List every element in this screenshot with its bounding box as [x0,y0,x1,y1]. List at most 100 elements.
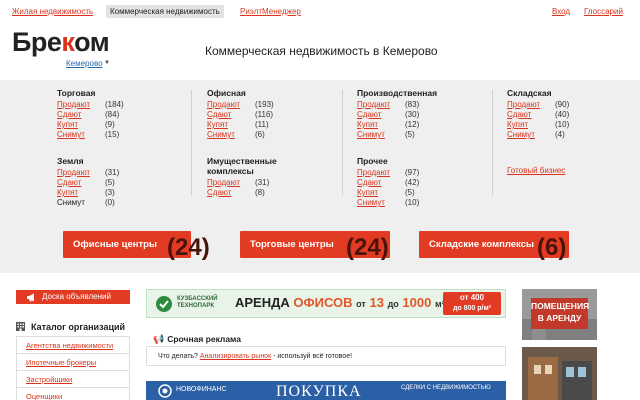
button-label: Торговые центры [250,239,334,250]
category-row: Продают (31) [207,178,347,188]
banner-brand-line1: КУЗБАССКИЙ [177,296,218,302]
megaphone-icon: 📢 [153,334,165,344]
rent-out-link[interactable]: Сдают [207,110,255,120]
buy-link[interactable]: Купят [57,120,105,130]
category-row: Сдают (84) [57,110,197,120]
nav-realtor-manager-link[interactable]: РиэлтМенеджер [240,7,301,16]
rent-out-link[interactable]: Сдают [57,110,105,120]
sidebar-item-label[interactable]: Оценщики [26,392,62,400]
buy-link[interactable]: Купят [357,188,405,198]
building-photo-ad[interactable] [522,347,597,400]
sidebar-item-label[interactable]: Застройщики [26,375,72,384]
count: (31) [255,178,270,187]
ready-business-link[interactable]: Готовый бизнес [507,166,565,175]
site-logo[interactable]: Бреком [12,27,110,58]
category-row: Снимут (4) [507,130,640,140]
sidebar-item-agencies[interactable]: Агентства недвижимости [16,336,130,353]
rent-link[interactable]: Снимут [357,130,405,140]
buy-link[interactable]: Купят [357,120,405,130]
banner-brand: КУЗБАССКИЙ ТЕХНОПАРК [177,296,218,310]
sell-link[interactable]: Продают [357,100,405,110]
rent-out-link[interactable]: Сдают [507,110,555,120]
technopark-banner[interactable]: КУЗБАССКИЙ ТЕХНОПАРК АРЕНДА ОФИСОВ от 13… [146,289,506,318]
sidebar-item-mortgage-brokers[interactable]: Ипотечные брокеры [16,353,130,370]
count: (0) [105,198,115,207]
category-row: Купят (5) [357,188,497,198]
button-label: Офисные центры [73,239,158,250]
category-land: Земля Продают (31) Сдают (5) Купят (3) Сним… [57,156,197,208]
sell-link[interactable]: Продают [507,100,555,110]
count: (10) [405,198,420,207]
category-row: Купят (10) [507,120,640,130]
count: (8) [255,188,265,197]
sidebar-item-label[interactable]: Ипотечные брокеры [26,358,96,367]
catalog-title: Каталог организаций [31,322,126,332]
category-warehouse: Складская Продают (90) Сдают (40) Купят (10… [507,88,640,140]
rent-out-link[interactable]: Сдают [207,188,255,198]
rent-out-link[interactable]: Сдают [357,178,405,188]
analyze-market-link[interactable]: Анализировать рынок [200,353,271,360]
glossary-link[interactable]: Глоссарий [584,7,623,16]
premises-rent-ad[interactable]: ПОМЕЩЕНИЯ В АРЕНДУ [522,289,597,340]
category-row: Снимут (5) [357,130,497,140]
ads-board-button[interactable]: Доска объявлений [16,290,130,304]
button-label: Доска объявлений [42,292,111,301]
sidebar-item-appraisers[interactable]: Оценщики [16,387,130,400]
button-count: (6) [537,234,567,261]
count: (90) [555,100,570,109]
novofinans-banner[interactable]: НОВОФИНАНС ПОКУПКА СДЕЛКИ С НЕДВИЖИМОСТЬ… [146,381,506,400]
nav-residential-link[interactable]: Жилая недвижимость [12,7,93,16]
rent-out-link[interactable]: Сдают [357,110,405,120]
headline-from-value: 13 [369,295,384,310]
top-navigation: Жилая недвижимость Коммерческая недвижим… [0,4,640,22]
sidebar-item-developers[interactable]: Застройщики [16,370,130,387]
chevron-down-icon[interactable]: ▼ [104,60,110,66]
price-from: от 400 [459,293,485,302]
rent-out-link[interactable]: Сдают [57,178,105,188]
sell-link[interactable]: Продают [357,168,405,178]
sell-link[interactable]: Продают [207,178,255,188]
button-count: (24) [346,234,389,261]
count: (30) [405,110,420,119]
trade-centers-button[interactable]: Торговые центры (24) [240,231,390,261]
rent-link[interactable]: Снимут [507,130,555,140]
login-link[interactable]: Вход [552,7,570,16]
count: (5) [105,178,115,187]
page-title: Коммерческая недвижимость в Кемерово [205,44,438,58]
warehouse-complexes-button[interactable]: Складские комплексы (6) [419,231,569,261]
category-row: Сдают (116) [207,110,347,120]
banner-sub: СДЕЛКИ С НЕДВИЖИМОСТЬЮ [401,385,491,391]
category-row: Продают (97) [357,168,497,178]
sell-link[interactable]: Продают [57,168,105,178]
buy-link[interactable]: Купят [57,188,105,198]
count: (40) [555,110,570,119]
rent-link[interactable]: Снимут [57,130,105,140]
sell-link[interactable]: Продают [57,100,105,110]
category-title: Прочее [357,156,388,166]
category-row: Продают (31) [57,168,197,178]
city-selector[interactable]: Кемерово [66,59,103,68]
category-row: Купят (9) [57,120,197,130]
logo-text-part1: Бре [12,27,62,57]
buy-link[interactable]: Купят [207,120,255,130]
ad-text-line1: ПОМЕЩЕНИЯ [531,301,590,311]
count: (184) [105,100,124,109]
nav-commercial-tab[interactable]: Коммерческая недвижимость [106,5,224,18]
headline-rent: АРЕНДА [235,295,290,310]
building-icon [16,322,25,331]
count: (9) [105,120,115,129]
logo-text-accent: к [61,27,75,57]
category-production: Производственная Продают (83) Сдают (30) К… [357,88,497,140]
banner-headline: АРЕНДА ОФИСОВ от 13 до 1000 м² [235,295,445,310]
rent-link[interactable]: Снимут [357,198,405,208]
sell-link[interactable]: Продают [207,100,255,110]
novofinans-logo-icon [158,384,172,398]
ad-window-shape [566,367,574,377]
urgent-text-after: - используй всё готовое! [271,353,353,360]
count: (42) [405,178,420,187]
sidebar-item-label[interactable]: Агентства недвижимости [26,341,113,350]
office-centers-button[interactable]: Офисные центры (24) [63,231,210,261]
category-property-complexes: Имущественные комплексы Продают (31) Сдают… [207,156,347,198]
buy-link[interactable]: Купят [507,120,555,130]
rent-link[interactable]: Снимут [207,130,255,140]
